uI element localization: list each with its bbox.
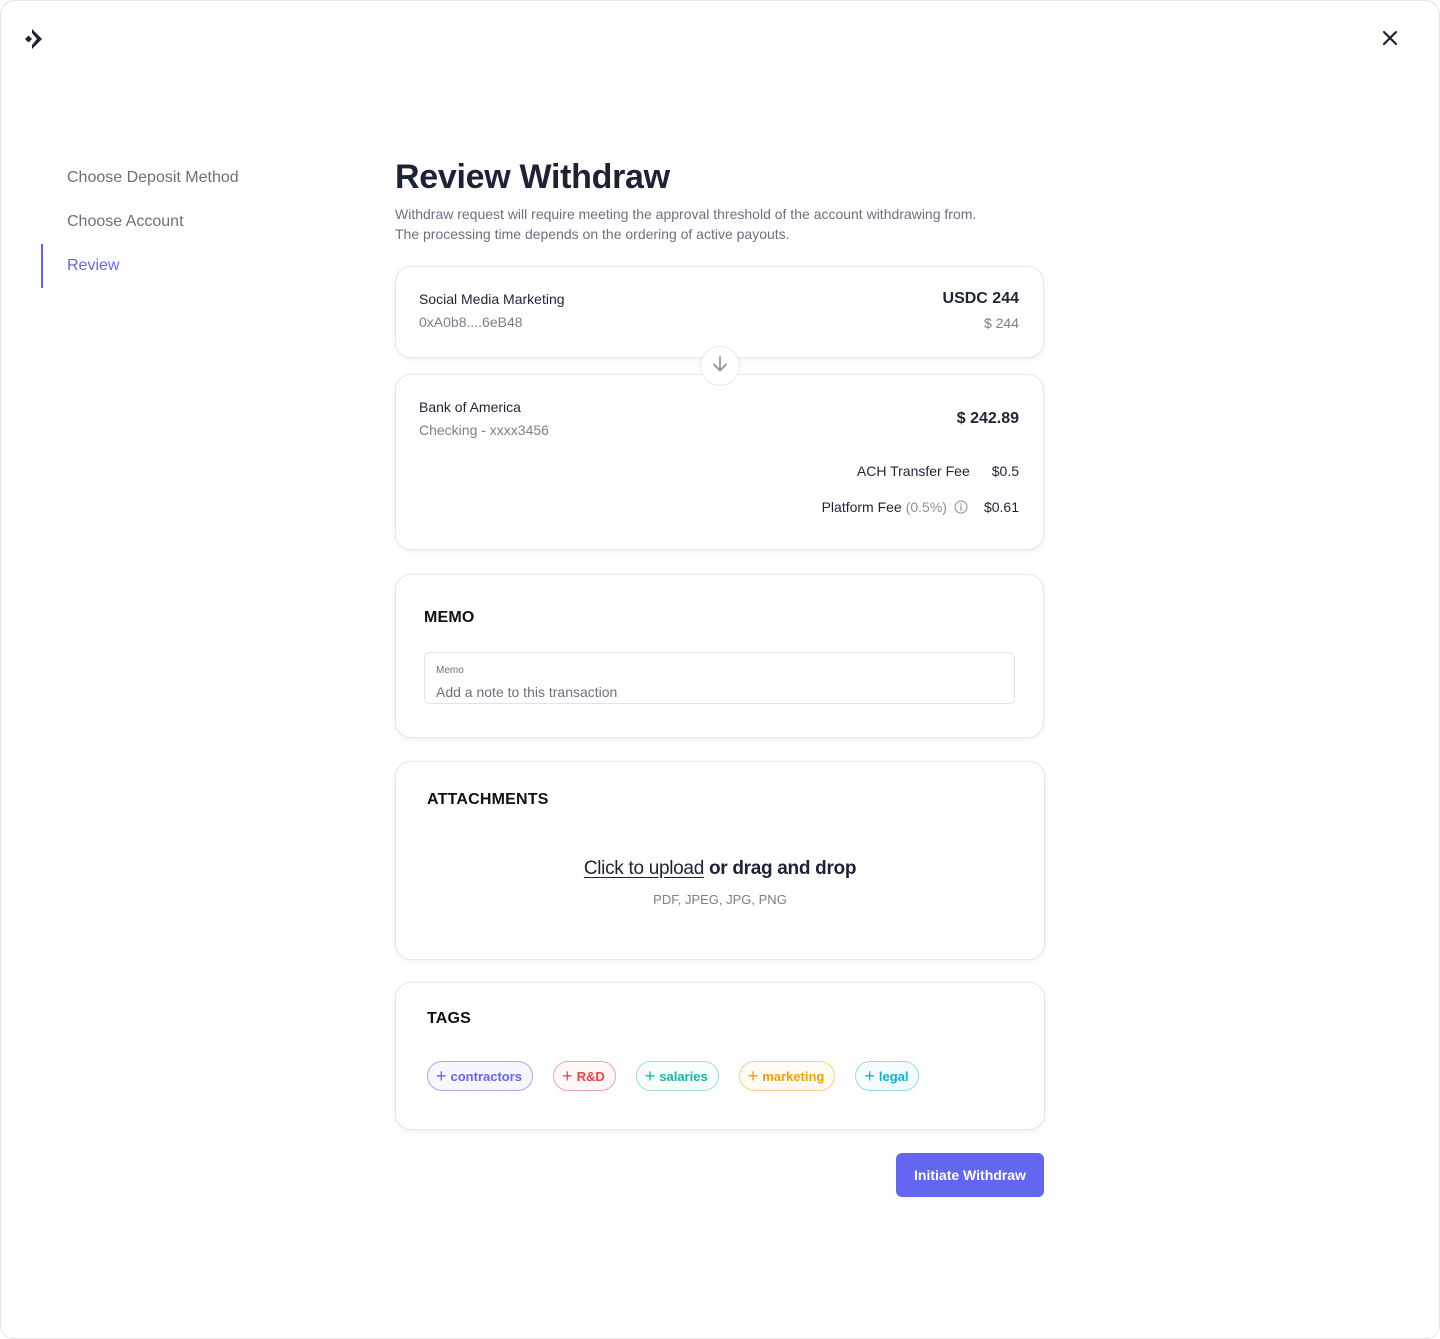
upload-link[interactable]: Click to upload (584, 858, 704, 879)
fee-row-ach: ACH Transfer Fee $0.5 (857, 463, 1019, 479)
upload-hint: or drag and drop (703, 858, 857, 879)
memo-field[interactable]: Memo (424, 652, 1015, 704)
tag-label: marketing (762, 1068, 825, 1084)
fee-label-group: Platform Fee (0.5%) (822, 499, 968, 515)
transfer-connector (700, 346, 740, 386)
subtitle-line-2: The processing time depends on the order… (395, 226, 790, 242)
fee-label: Platform Fee (821, 499, 902, 515)
tag-legal[interactable]: + legal (855, 1061, 920, 1091)
upload-dropzone[interactable]: Click to upload or drag and drop (396, 858, 1044, 880)
tag-label: legal (878, 1068, 909, 1084)
step-label: Review (67, 257, 120, 274)
attachments-card: ATTACHMENTS Click to upload or drag and … (395, 761, 1045, 960)
logo-icon (23, 27, 45, 51)
review-panel: Review Withdraw Withdraw request will re… (395, 156, 1045, 1197)
step-label: Choose Deposit Method (67, 169, 239, 186)
from-account-card: Social Media Marketing 0xA0b8....6eB48 U… (395, 266, 1044, 358)
from-amount: USDC 244 (942, 290, 1019, 307)
attachments-section-title: ATTACHMENTS (427, 791, 549, 808)
stepper-nav: Choose Deposit Method Choose Account Rev… (41, 156, 341, 288)
tag-label: contractors (450, 1068, 523, 1084)
step-choose-account[interactable]: Choose Account (41, 200, 341, 244)
plus-icon: + (644, 1066, 656, 1086)
tag-label: R&D (576, 1068, 605, 1084)
close-button[interactable] (1377, 27, 1403, 53)
fee-percentage: (0.5%) (905, 499, 947, 515)
memo-card: MEMO Memo (395, 574, 1044, 738)
to-account-card: Bank of America Checking - xxxx3456 $ 24… (395, 374, 1044, 550)
tag-marketing[interactable]: + marketing (738, 1061, 836, 1091)
memo-input[interactable] (436, 684, 1003, 700)
plus-icon: + (864, 1066, 875, 1086)
plus-icon: + (436, 1066, 447, 1086)
fee-row-platform: Platform Fee (0.5%) $0.61 (822, 499, 1019, 515)
upload-file-types: PDF, JPEG, JPG, PNG (653, 892, 787, 907)
step-review[interactable]: Review (41, 244, 341, 288)
from-account-address: 0xA0b8....6eB48 (419, 314, 523, 330)
close-icon (1382, 30, 1398, 51)
modal-frame: Choose Deposit Method Choose Account Rev… (0, 0, 1440, 1339)
tag-contractors[interactable]: + contractors (427, 1061, 534, 1091)
info-icon[interactable] (954, 500, 968, 514)
from-account-name: Social Media Marketing (419, 291, 565, 307)
initiate-withdraw-button[interactable]: Initiate Withdraw (896, 1153, 1044, 1197)
subtitle-line-1: Withdraw request will require meeting th… (395, 206, 977, 222)
tag-label: salaries (659, 1068, 708, 1084)
to-account-name: Bank of America (419, 399, 521, 415)
step-choose-deposit-method[interactable]: Choose Deposit Method (41, 156, 341, 200)
plus-icon: + (747, 1066, 759, 1086)
tag-rnd[interactable]: + R&D (553, 1061, 616, 1091)
page-subtitle: Withdraw request will require meeting th… (395, 204, 1045, 244)
fee-label: ACH Transfer Fee (856, 463, 970, 479)
memo-section-title: MEMO (424, 609, 475, 626)
tags-card: TAGS + contractors + R&D + salaries + ma… (395, 982, 1045, 1130)
plus-icon: + (562, 1066, 573, 1086)
from-amount-usd: $ 244 (983, 315, 1019, 331)
step-label: Choose Account (67, 213, 184, 230)
tag-list: + contractors + R&D + salaries + marketi… (427, 1061, 920, 1091)
tag-salaries[interactable]: + salaries (635, 1061, 719, 1091)
fee-value: $0.61 (983, 499, 1019, 515)
page-title: Review Withdraw (395, 158, 670, 196)
tags-section-title: TAGS (427, 1010, 472, 1027)
to-amount: $ 242.89 (956, 410, 1019, 427)
fee-value: $0.5 (991, 463, 1019, 479)
to-account-detail: Checking - xxxx3456 (419, 422, 549, 438)
arrow-down-icon (711, 355, 729, 378)
memo-field-label: Memo (436, 665, 464, 676)
